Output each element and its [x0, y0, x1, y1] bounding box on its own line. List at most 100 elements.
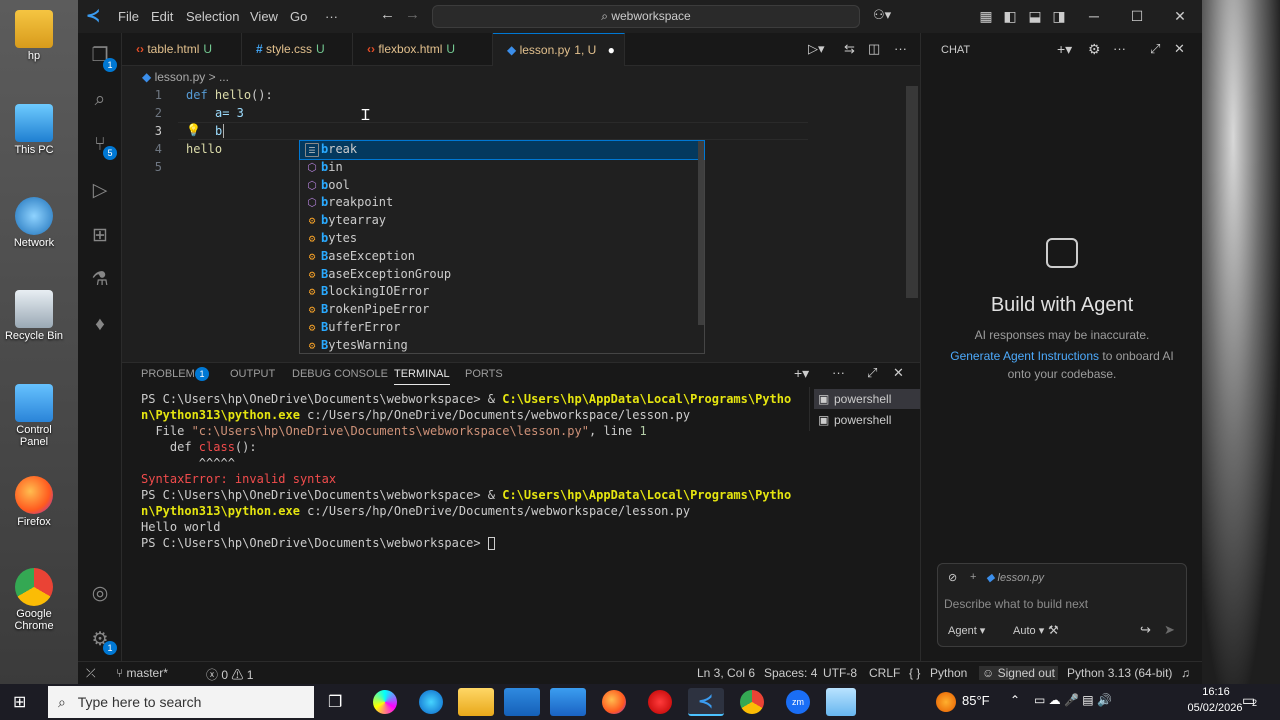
panel-more-icon[interactable]: ··· [832, 365, 845, 380]
close-window-icon[interactable]: ✕ [1168, 6, 1192, 26]
suggestion-item[interactable]: ⚙ BaseException [300, 248, 704, 266]
toggle-panel-icon[interactable]: ⬓ [1023, 6, 1047, 26]
layout-icon[interactable]: ▦ [974, 6, 998, 26]
run-debug-icon[interactable]: ▷ [87, 178, 113, 204]
vscode-taskbar-icon[interactable]: ≺ [688, 688, 724, 716]
notifications-bell-icon[interactable]: ♫ [1181, 666, 1190, 680]
compare-icon[interactable]: ⇆ [844, 41, 855, 57]
problems-indicator[interactable]: ⓧ 0 ⚠ 1 [206, 666, 253, 683]
new-chat-icon[interactable]: +▾ [1057, 41, 1072, 58]
outlook-icon[interactable] [550, 688, 586, 716]
branch-indicator[interactable]: ⑂ master* [116, 666, 168, 680]
desktop-icon-this-pc[interactable]: This PC [4, 104, 64, 156]
windows-start-icon[interactable]: ⊞ [13, 692, 26, 712]
toggle-secondary-sidebar-icon[interactable]: ◨ [1047, 6, 1071, 26]
task-view-icon[interactable]: ❐ [328, 692, 342, 712]
tab-flexbox-html[interactable]: ‹› flexbox.html U [353, 33, 493, 66]
clock-time[interactable]: 16:16 [1192, 686, 1240, 698]
desktop-icon-firefox[interactable]: Firefox [4, 476, 64, 528]
remote-icon[interactable]: ⤫ [86, 666, 96, 681]
language-braces-icon[interactable]: { } [909, 666, 920, 680]
desktop-icon-recycle-bin[interactable]: Recycle Bin [4, 290, 64, 342]
python-icon[interactable]: ♦ [87, 312, 113, 338]
panel-tab-ports[interactable]: PORTS [465, 368, 503, 380]
account-icon[interactable]: ◎ [87, 581, 113, 607]
suggestion-item[interactable]: ⚙ BlockingIOError [300, 283, 704, 301]
menu-view[interactable]: View [250, 9, 278, 24]
account-status[interactable]: ☺ Signed out [979, 666, 1058, 680]
weather-icon[interactable] [936, 692, 956, 712]
chrome-taskbar-icon[interactable] [740, 690, 764, 714]
desktop-icon-control-panel[interactable]: Control Panel [4, 384, 64, 448]
more-actions-icon[interactable]: ··· [894, 41, 907, 56]
terminal-instance[interactable]: ▣ powershell [814, 410, 920, 430]
weather-temp[interactable]: 85°F [962, 693, 990, 708]
copilot-icon[interactable]: ⚇▾ [873, 7, 891, 23]
zoom-icon[interactable]: zm [786, 690, 810, 714]
cursor-position[interactable]: Ln 3, Col 6 [697, 666, 755, 680]
minimize-icon[interactable]: ─ [1082, 6, 1106, 26]
panel-tab-terminal[interactable]: TERMINAL [394, 368, 450, 385]
desktop-icon-chrome[interactable]: Google Chrome [4, 568, 64, 632]
suggestion-scrollbar[interactable] [698, 141, 704, 325]
context-file-chip[interactable]: ◆ lesson.py [986, 571, 1044, 584]
show-hidden-icons-icon[interactable]: ⌃ [1010, 693, 1020, 707]
notepad-icon[interactable] [826, 688, 856, 716]
opera-icon[interactable] [648, 690, 672, 714]
tab-lesson-py[interactable]: ◆ lesson.py 1, U ● [493, 33, 625, 66]
desktop-icon-user[interactable]: hp [4, 10, 64, 62]
model-dropdown[interactable]: Auto ▾ [1013, 624, 1044, 637]
breadcrumb-file[interactable]: lesson.py [155, 70, 206, 84]
firefox-taskbar-icon[interactable] [602, 690, 626, 714]
chat-input-placeholder[interactable]: Describe what to build next [944, 597, 1088, 611]
extensions-icon[interactable]: ⊞ [87, 223, 113, 249]
chat-maximize-icon[interactable]: ⤢ [1150, 41, 1160, 57]
terminal-prompt-line[interactable]: PS C:\Users\hp\OneDrive\Documents\webwor… [141, 536, 495, 550]
suggestion-item[interactable]: ☰ break [299, 140, 705, 160]
menu-file[interactable]: File [118, 9, 139, 24]
suggestion-item[interactable]: ⚙ BaseExceptionGroup [300, 266, 704, 284]
search-icon[interactable]: ⌕ [87, 87, 113, 113]
add-context-icon[interactable]: + [970, 571, 976, 583]
maximize-panel-icon[interactable]: ⤢ [867, 365, 877, 381]
unsaved-dot-icon[interactable]: ● [608, 43, 615, 57]
menu-more[interactable]: ··· [325, 9, 338, 24]
chat-close-icon[interactable]: ✕ [1174, 41, 1185, 57]
panel-tab-problems[interactable]: PROBLEMS [141, 368, 202, 380]
attach-icon[interactable]: ⊘ [948, 571, 957, 584]
agent-mode-dropdown[interactable]: Agent ▾ [948, 624, 985, 637]
lightbulb-icon[interactable]: 💡 [186, 123, 201, 137]
encoding[interactable]: UTF-8 [823, 666, 857, 680]
delegate-arrow-icon[interactable]: ↪ [1140, 622, 1151, 638]
edge-icon[interactable] [419, 690, 443, 714]
menu-go[interactable]: Go [290, 9, 307, 24]
terminal-instance[interactable]: ▣ powershell [814, 389, 920, 409]
tray-app-icons[interactable]: ▭ ☁ 🎤 ▤ 🔊 [1034, 693, 1112, 707]
autocomplete-suggestions[interactable]: ☰ break ⬡ bin ⬡ bool ⬡ breakpoint ⚙ bytearray ⚙ byt… [299, 140, 705, 354]
chat-settings-gear-icon[interactable]: ⚙ [1088, 41, 1101, 58]
command-center-search[interactable]: ⌕ webworkspace [432, 5, 860, 28]
maximize-icon[interactable]: ☐ [1125, 6, 1149, 26]
run-file-icon[interactable]: ▷▾ [808, 41, 825, 57]
close-panel-icon[interactable]: ✕ [893, 365, 904, 381]
chat-more-icon[interactable]: ··· [1113, 41, 1126, 56]
suggestion-item[interactable]: ⚙ bytearray [300, 212, 704, 230]
python-interpreter[interactable]: Python 3.13 (64-bit) [1067, 666, 1172, 680]
desktop-icon-network[interactable]: Network [4, 197, 64, 249]
taskbar-search[interactable]: ⌕ Type here to search [48, 686, 314, 718]
suggestion-item[interactable]: ⚙ bytes [300, 230, 704, 248]
suggestion-item[interactable]: ⚙ BrokenPipeError [300, 301, 704, 319]
indentation[interactable]: Spaces: 4 [764, 666, 817, 680]
clock-date[interactable]: 05/02/2026 [1183, 702, 1247, 714]
new-terminal-icon[interactable]: +▾ [794, 365, 809, 382]
suggestion-item[interactable]: ⬡ bin [300, 159, 704, 177]
back-arrow-icon[interactable]: ← [380, 6, 395, 23]
suggestion-item[interactable]: ⬡ breakpoint [300, 194, 704, 212]
suggestion-item[interactable]: ⚙ BytesWarning [300, 337, 704, 355]
send-icon[interactable]: ➤ [1164, 622, 1175, 638]
forward-arrow-icon[interactable]: → [405, 6, 420, 23]
panel-tab-output[interactable]: OUTPUT [230, 368, 275, 380]
chat-input-box[interactable]: ⊘ + ◆ lesson.py Describe what to build n… [937, 563, 1187, 647]
generate-instructions-link[interactable]: Generate Agent Instructions [950, 349, 1099, 363]
tools-icon[interactable]: ⚒ [1048, 623, 1059, 637]
